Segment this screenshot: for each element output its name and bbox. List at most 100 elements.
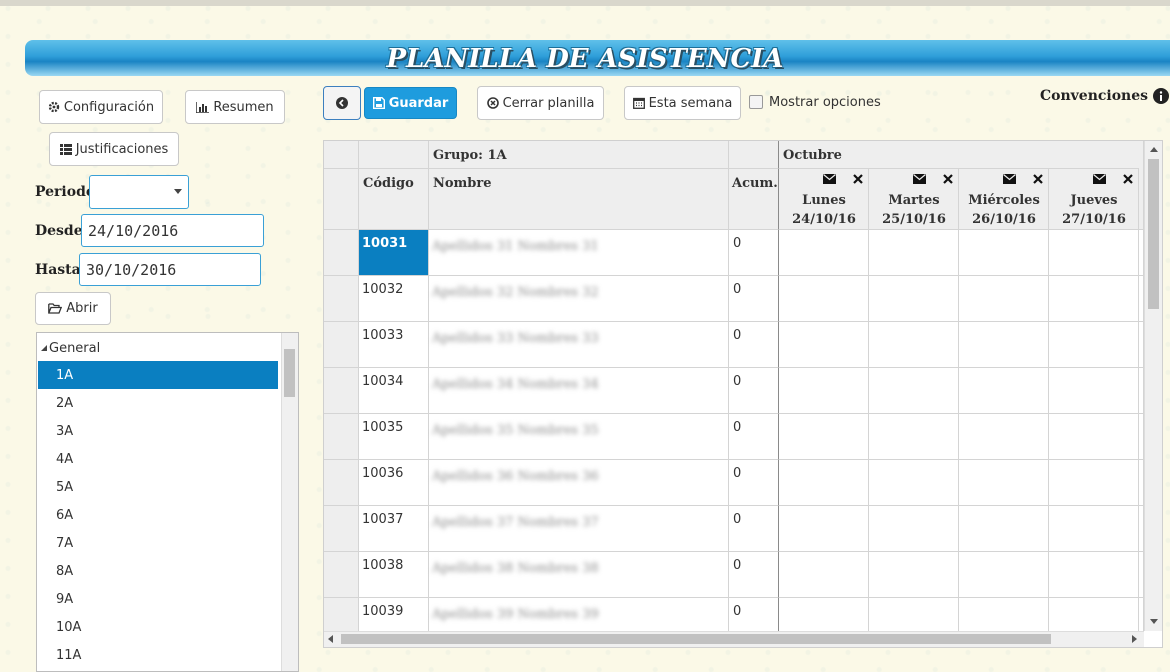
x-icon[interactable] xyxy=(853,173,863,188)
close-sheet-button[interactable]: Cerrar planilla xyxy=(477,86,604,120)
attendance-cell[interactable] xyxy=(1049,414,1139,460)
tree-item[interactable]: 6A xyxy=(38,501,278,529)
attendance-cell[interactable] xyxy=(779,460,869,506)
save-button[interactable]: Guardar xyxy=(364,87,457,119)
x-icon[interactable] xyxy=(1123,173,1133,188)
x-icon[interactable] xyxy=(1033,173,1043,188)
tree-item[interactable]: 1A xyxy=(38,361,278,389)
tree-item[interactable]: 11A xyxy=(38,641,278,669)
conventions-link[interactable]: Convenciones xyxy=(1040,88,1170,104)
attendance-cell[interactable] xyxy=(779,276,869,322)
summary-button[interactable]: Resumen xyxy=(185,90,285,124)
from-date-input[interactable] xyxy=(81,214,264,247)
corner-cell xyxy=(324,141,359,169)
tree-item[interactable]: 9A xyxy=(38,585,278,613)
attendance-cell[interactable] xyxy=(779,368,869,414)
row-header-cell xyxy=(324,552,359,598)
acum-cell: 0 xyxy=(729,230,779,276)
attendance-cell[interactable] xyxy=(959,230,1049,276)
row-header-cell xyxy=(324,506,359,552)
attendance-cell[interactable] xyxy=(1049,506,1139,552)
attendance-cell[interactable] xyxy=(869,506,959,552)
attendance-cell[interactable] xyxy=(959,322,1049,368)
day-column-header: Jueves 27/10/16 xyxy=(1049,169,1139,230)
scroll-right-arrow-icon[interactable] xyxy=(1132,635,1137,643)
day-name: Martes xyxy=(888,193,940,208)
show-options-label: Mostrar opciones xyxy=(769,95,881,110)
list-icon xyxy=(59,143,72,155)
tree-item[interactable]: 4A xyxy=(38,445,278,473)
attendance-cell[interactable] xyxy=(1049,276,1139,322)
attendance-cell[interactable] xyxy=(779,322,869,368)
scroll-down-arrow-icon[interactable] xyxy=(1150,619,1158,624)
back-button[interactable] xyxy=(323,86,361,120)
day-column-header: Lunes 24/10/16 xyxy=(779,169,869,230)
day-date: 24/10/16 xyxy=(792,212,856,227)
summary-label: Resumen xyxy=(213,99,274,115)
attendance-cell[interactable] xyxy=(869,230,959,276)
code-cell: 10037 xyxy=(359,506,429,552)
attendance-cell[interactable] xyxy=(1049,322,1139,368)
tree-item[interactable]: 8A xyxy=(38,557,278,585)
attendance-cell[interactable] xyxy=(779,230,869,276)
attendance-cell[interactable] xyxy=(869,460,959,506)
close-sheet-label: Cerrar planilla xyxy=(502,95,595,111)
envelope-icon[interactable] xyxy=(1003,173,1016,188)
attendance-cell[interactable] xyxy=(869,414,959,460)
attendance-cell[interactable] xyxy=(779,552,869,598)
attendance-cell[interactable] xyxy=(869,322,959,368)
attendance-cell[interactable] xyxy=(959,276,1049,322)
grid-hscroll-thumb[interactable] xyxy=(341,634,1051,644)
scroll-up-arrow-icon[interactable] xyxy=(1150,147,1158,152)
day-name: Lunes xyxy=(802,193,846,208)
attendance-cell[interactable] xyxy=(779,414,869,460)
attendance-cell[interactable] xyxy=(959,368,1049,414)
envelope-icon[interactable] xyxy=(913,173,926,188)
grid-vscroll-thumb[interactable] xyxy=(1148,159,1159,309)
show-options-checkbox[interactable] xyxy=(749,95,763,109)
name-cell: Apellidos 35 Nombres 35 xyxy=(429,414,729,460)
tree-scroll-thumb[interactable] xyxy=(284,349,295,397)
code-column-header: Código xyxy=(359,169,429,230)
attendance-cell[interactable] xyxy=(1049,368,1139,414)
grid-vertical-scrollbar[interactable] xyxy=(1144,141,1162,631)
this-week-button[interactable]: Esta semana xyxy=(624,86,741,120)
attendance-cell[interactable] xyxy=(1049,552,1139,598)
attendance-cell[interactable] xyxy=(959,506,1049,552)
justifications-label: Justificaciones xyxy=(75,141,169,157)
folder-open-icon xyxy=(48,303,63,314)
attendance-cell[interactable] xyxy=(1049,460,1139,506)
tree-item[interactable]: 3A xyxy=(38,417,278,445)
group-tree[interactable]: General 1A 2A 3A 4A 5A 6A 7A 8A 9A 10A 1… xyxy=(36,332,299,672)
to-date-input[interactable] xyxy=(79,253,261,286)
attendance-cell[interactable] xyxy=(1049,230,1139,276)
period-select[interactable] xyxy=(89,175,189,209)
row-header-cell xyxy=(324,368,359,414)
day-date: 26/10/16 xyxy=(972,212,1036,227)
tree-item[interactable]: 7A xyxy=(38,529,278,557)
attendance-cell[interactable] xyxy=(869,276,959,322)
envelope-icon[interactable] xyxy=(823,173,836,188)
attendance-cell[interactable] xyxy=(779,506,869,552)
tree-item[interactable]: 10A xyxy=(38,613,278,641)
attendance-cell[interactable] xyxy=(959,552,1049,598)
tree-item[interactable]: 5A xyxy=(38,473,278,501)
scroll-left-arrow-icon[interactable] xyxy=(328,635,333,643)
open-label: Abrir xyxy=(66,301,98,316)
attendance-cell[interactable] xyxy=(869,552,959,598)
configuration-button[interactable]: Configuración xyxy=(39,90,163,124)
code-cell: 10031 xyxy=(359,230,429,276)
justifications-button[interactable]: Justificaciones xyxy=(49,132,179,166)
tree-item[interactable]: 2A xyxy=(38,389,278,417)
row-header-cell xyxy=(324,230,359,276)
x-icon[interactable] xyxy=(943,173,953,188)
grid-horizontal-scrollbar[interactable] xyxy=(324,631,1144,647)
attendance-cell[interactable] xyxy=(959,460,1049,506)
attendance-cell[interactable] xyxy=(869,368,959,414)
tree-root-general[interactable]: General xyxy=(37,338,279,358)
to-label: Hasta xyxy=(35,262,81,278)
tree-scrollbar[interactable] xyxy=(281,333,298,671)
attendance-cell[interactable] xyxy=(959,414,1049,460)
envelope-icon[interactable] xyxy=(1093,173,1106,188)
open-button[interactable]: Abrir xyxy=(35,292,111,325)
